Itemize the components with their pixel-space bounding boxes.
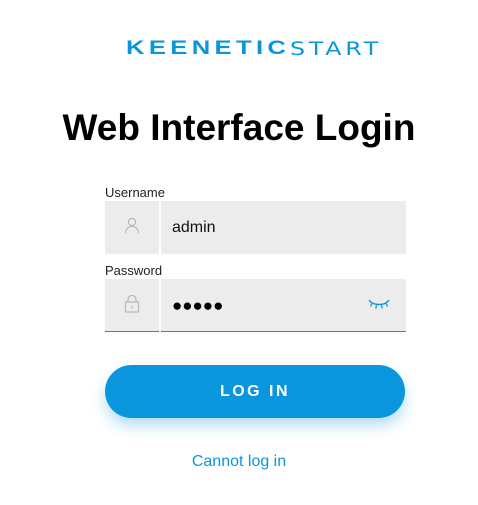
lock-icon xyxy=(124,294,140,318)
username-input[interactable]: admin xyxy=(161,201,406,254)
password-icon-box xyxy=(105,279,159,332)
password-value: ●●●●● xyxy=(172,295,224,315)
password-input-underline xyxy=(161,331,406,332)
cannot-log-in-link[interactable]: Cannot log in xyxy=(0,452,478,472)
username-icon-box xyxy=(105,201,159,254)
logo-product: START xyxy=(290,38,383,60)
username-value: admin xyxy=(172,218,216,236)
keenetic-start-logo: KEENETIC START xyxy=(126,38,378,60)
password-icon-underline xyxy=(105,331,159,332)
login-button[interactable]: LOG IN xyxy=(105,365,405,418)
password-input[interactable]: ●●●●● xyxy=(161,279,406,332)
eye-closed-icon[interactable] xyxy=(367,297,391,316)
password-label: Password xyxy=(105,263,163,278)
login-page: KEENETIC START Web Interface Login Usern… xyxy=(0,0,478,505)
user-icon xyxy=(123,216,141,239)
page-title: Web Interface Login xyxy=(62,107,416,148)
username-label: Username xyxy=(105,185,165,200)
